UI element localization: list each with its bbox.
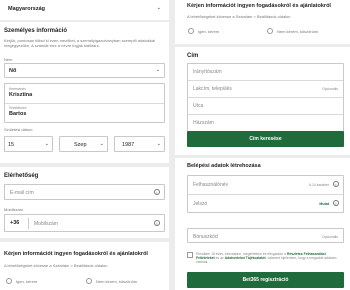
divider: [188, 97, 343, 98]
divider: [28, 218, 29, 229]
opt-in-yes-radio[interactable]: [188, 28, 194, 34]
register-button[interactable]: Bet365 regisztráció: [187, 272, 344, 288]
phone-prefix: +36: [10, 220, 20, 226]
opt-in-yes-radio[interactable]: [6, 278, 12, 284]
dob-year-value: 1987: [122, 142, 135, 148]
dob-month-value: Szep: [74, 142, 87, 148]
house-input[interactable]: Házszám: [193, 120, 214, 126]
marketing-card: Kérjen információt ingyen fogadásokról é…: [0, 242, 169, 290]
city-input[interactable]: Lakcím, település: [193, 86, 232, 92]
opt-in-no-label[interactable]: Nem kérem, köszönöm: [96, 279, 137, 284]
divider: [188, 80, 343, 81]
chevron-down-icon: ⌄: [99, 141, 104, 147]
lastname-input[interactable]: Bartos: [9, 111, 26, 117]
address-card: Cím Irányítószám Lakcím, település Opcio…: [175, 47, 350, 155]
opt-in-no-label[interactable]: Nem kérem, köszönöm: [277, 29, 318, 34]
info-icon[interactable]: i: [154, 220, 160, 226]
terms-checkbox[interactable]: [187, 252, 193, 258]
login-title: Belépési adatok létrehozása: [187, 163, 261, 169]
info-icon[interactable]: i: [154, 189, 160, 195]
username-hint: 6-14 karakter: [309, 183, 329, 187]
marketing-subtitle: A lehetőségeket kövesse a Számlám > Beál…: [4, 263, 108, 268]
dob-label: Születési dátum: [4, 127, 33, 132]
divider: [188, 114, 343, 115]
contact-title: Elérhetőség: [4, 173, 39, 179]
credentials-field-group: Felhasználónév 6-14 karakter i Jelszó Mu…: [187, 175, 344, 213]
terms-card: Elmúltam 18 éves, elolvastam, megértette…: [175, 251, 350, 290]
firstname-input[interactable]: Krisztina: [9, 92, 32, 98]
username-input[interactable]: Felhasználónév: [193, 182, 228, 188]
lastname-label: Vezetéknév: [9, 106, 27, 110]
chevron-down-icon: ⌄: [156, 5, 161, 11]
address-title: Cím: [187, 53, 199, 59]
dob-year-select[interactable]: 1987 ⌄: [114, 136, 165, 152]
promo-code-field[interactable]: Bónuszkód Opcionális: [187, 228, 344, 243]
personal-info-card: Személyes információ Kérjük, pontosan tö…: [0, 22, 169, 163]
dob-month-select[interactable]: Szep ⌄: [59, 136, 108, 152]
promo-code-hint: Opcionális: [322, 235, 338, 239]
country-select[interactable]: Magyarország ⌄: [4, 2, 165, 17]
address-field-group: Irányítószám Lakcím, település Opcionáli…: [187, 63, 344, 132]
opt-in-yes-label[interactable]: Igen, kérem: [16, 279, 37, 284]
city-hint: Opcionális: [322, 87, 338, 91]
phone-label: Mobilszám: [4, 207, 24, 212]
firstname-label: Keresztnév: [9, 87, 26, 91]
gender-select[interactable]: Nő ⌄: [4, 63, 165, 78]
address-search-button[interactable]: Cím keresése: [187, 131, 344, 147]
terms-text: Elmúltam 18 éves, elolvastam, megértette…: [196, 252, 344, 265]
personal-info-title: Személyes információ: [4, 28, 68, 34]
phone-field[interactable]: +36 Mobilszám i: [4, 214, 165, 232]
opt-in-no-radio[interactable]: [267, 28, 273, 34]
contact-card: Elérhetőség E-mail cím i Mobilszám +36 M…: [0, 167, 169, 238]
chevron-down-icon: ⌄: [44, 141, 49, 147]
left-panel: Magyarország ⌄ Személyes információ Kérj…: [0, 0, 169, 290]
chevron-down-icon: ⌄: [156, 141, 161, 147]
marketing-subtitle: A lehetőségeket kövesse a Számlám > Beál…: [187, 14, 291, 19]
gender-label: Nem: [4, 57, 13, 62]
email-field[interactable]: E-mail cím i: [4, 184, 165, 200]
email-placeholder: E-mail cím: [10, 190, 34, 196]
gender-value: Nő: [9, 68, 17, 74]
country-select-value: Magyarország: [8, 6, 45, 12]
country-select-card: Magyarország ⌄: [0, 0, 169, 20]
dob-day-select[interactable]: 15 ⌄: [4, 136, 53, 152]
promo-code-placeholder: Bónuszkód: [193, 234, 218, 240]
opt-in-yes-label[interactable]: Igen, kérem: [198, 29, 219, 34]
zip-input[interactable]: Irányítószám: [193, 69, 222, 75]
name-field-group: Keresztnév Krisztina Vezetéknév Bartos: [4, 83, 165, 123]
dob-day-value: 15: [8, 142, 15, 148]
privacy-link[interactable]: Adatvédelmi Tájékoztatót: [225, 256, 266, 260]
street-input[interactable]: Utca: [193, 103, 203, 109]
info-icon[interactable]: i: [333, 200, 339, 206]
phone-placeholder: Mobilszám: [34, 221, 58, 227]
divider: [5, 103, 164, 104]
password-input[interactable]: Jelszó: [193, 201, 207, 207]
marketing-title: Kérjen információt ingyen fogadásokról é…: [4, 251, 148, 257]
divider: [188, 194, 343, 195]
chevron-down-icon: ⌄: [155, 67, 160, 73]
personal-info-description: Kérjük, pontosan töltsd ki ezen mezőket,…: [4, 38, 155, 48]
info-icon[interactable]: i: [333, 181, 339, 187]
marketing-title: Kérjen információt ingyen fogadásokról é…: [187, 3, 331, 9]
right-panel: Kérjen információt ingyen fogadásokról é…: [175, 0, 350, 290]
marketing-card: Kérjen információt ingyen fogadásokról é…: [175, 0, 350, 44]
login-card: Belépési adatok létrehozása Felhasználón…: [175, 158, 350, 251]
terms-text-part: és az: [215, 256, 224, 261]
show-password-link[interactable]: Mutat: [319, 202, 329, 206]
opt-in-no-radio[interactable]: [86, 278, 92, 284]
